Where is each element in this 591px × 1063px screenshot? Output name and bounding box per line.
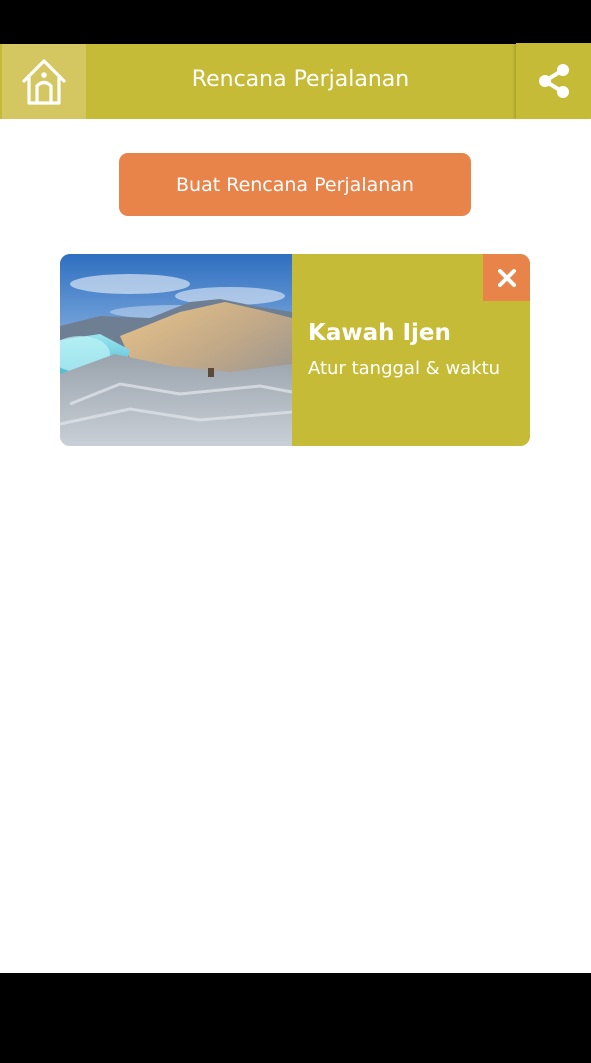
home-icon [22,58,66,105]
plan-card-body[interactable]: Kawah Ijen Atur tanggal & waktu [292,254,530,446]
plan-card[interactable]: Kawah Ijen Atur tanggal & waktu [60,254,530,446]
home-button[interactable] [2,44,86,119]
share-icon [538,64,569,98]
app-bar: Rencana Perjalanan [0,43,591,119]
create-plan-button[interactable]: Buat Rencana Perjalanan [119,153,471,216]
remove-plan-button[interactable] [483,254,530,301]
crater-landscape-photo [60,254,292,446]
plan-title: Kawah Ijen [308,320,451,346]
plan-subtitle: Atur tanggal & waktu [308,358,501,379]
status-bar [0,0,591,44]
navigation-bar [0,973,591,1063]
share-button[interactable] [516,43,591,119]
close-icon [497,268,516,287]
page-title: Rencana Perjalanan [191,67,410,92]
